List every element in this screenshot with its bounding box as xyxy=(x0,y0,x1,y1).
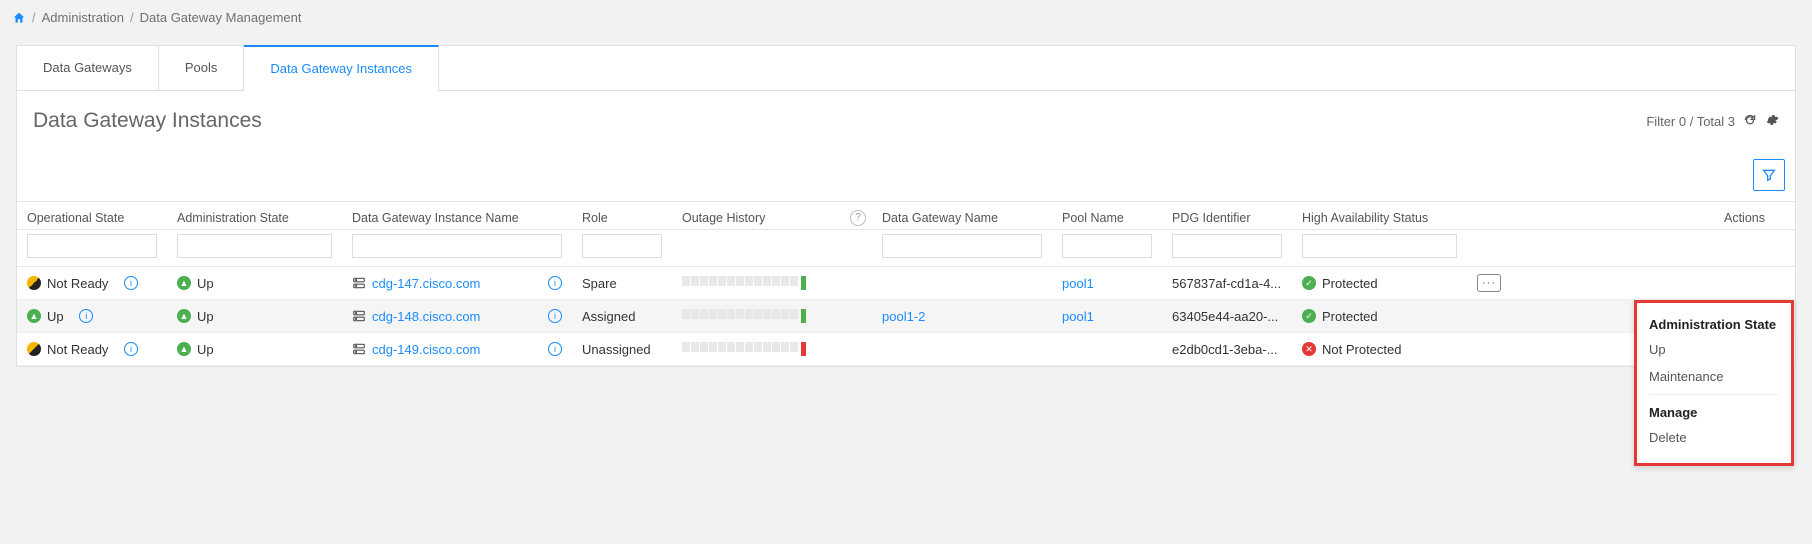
server-icon xyxy=(352,276,366,290)
popup-group-admin-state: Administration State xyxy=(1649,311,1779,336)
table-row[interactable]: Not Ready i ▲ Up cdg-147.cisco.com i Spare poo… xyxy=(17,267,1795,300)
instance-name-link[interactable]: cdg-149.cisco.com xyxy=(372,342,480,357)
status-not-ready-icon xyxy=(27,342,41,356)
dg-name-link[interactable]: pool1-2 xyxy=(882,309,925,324)
server-icon xyxy=(352,342,366,356)
grid-header: Operational State Administration State D… xyxy=(17,202,1795,230)
outage-mark-green-icon xyxy=(801,276,806,290)
role-value: Assigned xyxy=(582,309,635,324)
filter-counter: Filter 0 / Total 3 xyxy=(1646,114,1735,129)
col-instance-name[interactable]: Data Gateway Instance Name xyxy=(352,211,519,225)
help-icon[interactable]: ? xyxy=(850,210,866,226)
admin-state-value: Up xyxy=(197,342,214,357)
filter-dg-name[interactable] xyxy=(882,234,1042,258)
filter-role[interactable] xyxy=(582,234,662,258)
status-not-protected-icon: ✕ xyxy=(1302,342,1316,356)
actions-popup: Administration State Up Maintenance Mana… xyxy=(1634,300,1794,466)
tabs: Data Gateways Pools Data Gateway Instanc… xyxy=(17,46,1795,91)
status-protected-icon: ✓ xyxy=(1302,276,1316,290)
table-row[interactable]: ▲ Up i ▲ Up cdg-148.cisco.com i Assigned pool1-… xyxy=(17,300,1795,333)
col-ha-status[interactable]: High Availability Status xyxy=(1302,211,1428,225)
outage-bar xyxy=(682,342,806,356)
info-icon[interactable]: i xyxy=(548,276,562,290)
filter-pdg[interactable] xyxy=(1172,234,1282,258)
instance-name-link[interactable]: cdg-148.cisco.com xyxy=(372,309,480,324)
role-value: Spare xyxy=(582,276,617,291)
popup-group-manage: Manage xyxy=(1649,399,1779,424)
page-title: Data Gateway Instances xyxy=(33,109,262,133)
col-administration-state[interactable]: Administration State xyxy=(177,211,289,225)
admin-state-value: Up xyxy=(197,309,214,324)
filter-instance-name[interactable] xyxy=(352,234,562,258)
status-protected-icon: ✓ xyxy=(1302,309,1316,323)
info-icon[interactable]: i xyxy=(79,309,93,323)
pdg-value: 63405e44-aa20-... xyxy=(1172,309,1278,324)
outage-bar xyxy=(682,309,806,323)
outage-bar xyxy=(682,276,806,290)
row-actions-button[interactable]: ··· xyxy=(1477,274,1501,292)
pdg-value: e2db0cd1-3eba-... xyxy=(1172,342,1278,357)
op-state-value: Not Ready xyxy=(47,276,108,291)
filter-pool-name[interactable] xyxy=(1062,234,1152,258)
ha-value: Protected xyxy=(1322,309,1378,324)
grid-filters xyxy=(17,230,1795,267)
popup-item-up[interactable]: Up xyxy=(1649,336,1779,363)
outage-mark-red-icon xyxy=(801,342,806,356)
server-icon xyxy=(352,309,366,323)
admin-state-value: Up xyxy=(197,276,214,291)
status-up-icon: ▲ xyxy=(177,309,191,323)
table-row[interactable]: Not Ready i ▲ Up cdg-149.cisco.com i Unassign… xyxy=(17,333,1795,366)
status-not-ready-icon xyxy=(27,276,41,290)
status-up-icon: ▲ xyxy=(177,276,191,290)
section-header: Data Gateway Instances Filter 0 / Total … xyxy=(17,91,1795,155)
col-actions: Actions xyxy=(1724,211,1765,225)
col-pool-name[interactable]: Pool Name xyxy=(1062,211,1124,225)
filter-administration-state[interactable] xyxy=(177,234,332,258)
tab-pools[interactable]: Pools xyxy=(159,46,245,90)
status-up-icon: ▲ xyxy=(177,342,191,356)
breadcrumb-administration[interactable]: Administration xyxy=(42,10,124,25)
breadcrumb-sep: / xyxy=(32,10,36,25)
grid: Operational State Administration State D… xyxy=(17,201,1795,366)
info-icon[interactable]: i xyxy=(548,309,562,323)
main-panel: Data Gateways Pools Data Gateway Instanc… xyxy=(16,45,1796,367)
col-role[interactable]: Role xyxy=(582,211,608,225)
pool-link[interactable]: pool1 xyxy=(1062,276,1094,291)
home-icon[interactable] xyxy=(12,11,26,25)
breadcrumb-page: Data Gateway Management xyxy=(140,10,302,25)
pool-link[interactable]: pool1 xyxy=(1062,309,1094,324)
refresh-icon[interactable] xyxy=(1743,113,1757,130)
op-state-value: Up xyxy=(47,309,64,324)
col-outage-history[interactable]: Outage History xyxy=(682,211,765,225)
col-pdg-identifier[interactable]: PDG Identifier xyxy=(1172,211,1251,225)
filter-operational-state[interactable] xyxy=(27,234,157,258)
tab-data-gateways[interactable]: Data Gateways xyxy=(17,46,159,90)
info-icon[interactable]: i xyxy=(124,342,138,356)
ha-value: Protected xyxy=(1322,276,1378,291)
op-state-value: Not Ready xyxy=(47,342,108,357)
info-icon[interactable]: i xyxy=(548,342,562,356)
col-dg-name[interactable]: Data Gateway Name xyxy=(882,211,998,225)
popup-item-delete[interactable]: Delete xyxy=(1649,424,1779,451)
filter-ha[interactable] xyxy=(1302,234,1457,258)
col-operational-state[interactable]: Operational State xyxy=(27,211,124,225)
filter-toggle-row xyxy=(17,155,1795,201)
popup-item-maintenance[interactable]: Maintenance xyxy=(1649,363,1779,390)
outage-mark-green-icon xyxy=(801,309,806,323)
tab-data-gateway-instances[interactable]: Data Gateway Instances xyxy=(244,45,439,90)
ha-value: Not Protected xyxy=(1322,342,1402,357)
pdg-value: 567837af-cd1a-4... xyxy=(1172,276,1281,291)
role-value: Unassigned xyxy=(582,342,651,357)
breadcrumb: / Administration / Data Gateway Manageme… xyxy=(0,0,1812,35)
section-tools: Filter 0 / Total 3 xyxy=(1646,113,1779,130)
gear-icon[interactable] xyxy=(1765,113,1779,130)
instance-name-link[interactable]: cdg-147.cisco.com xyxy=(372,276,480,291)
filter-toggle-icon[interactable] xyxy=(1753,159,1785,191)
status-up-icon: ▲ xyxy=(27,309,41,323)
info-icon[interactable]: i xyxy=(124,276,138,290)
breadcrumb-sep: / xyxy=(130,10,134,25)
